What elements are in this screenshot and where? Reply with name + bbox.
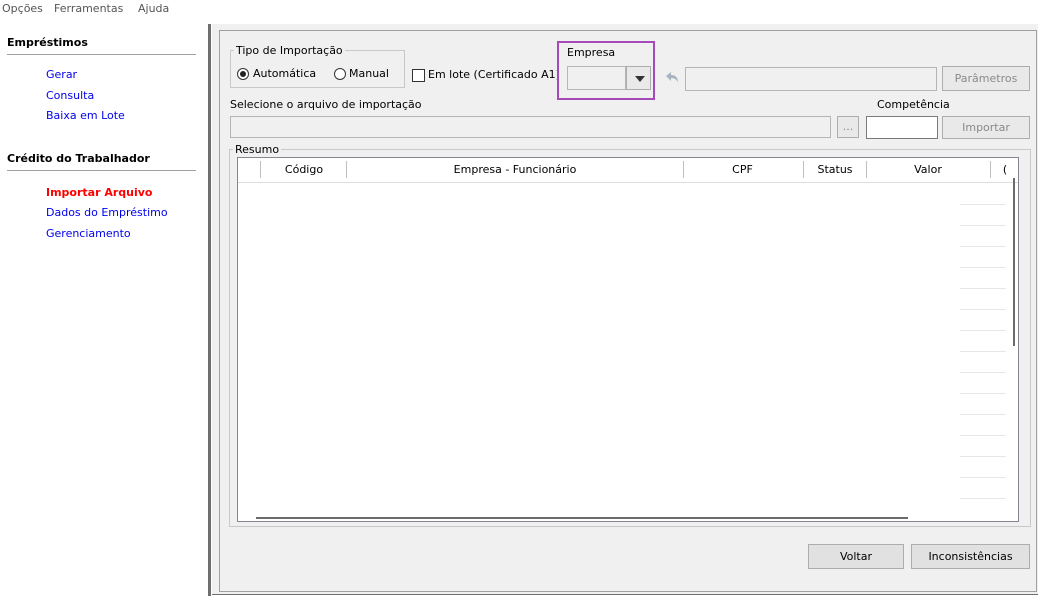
column-header-empresa-funcionario[interactable]: Empresa - Funcionário bbox=[348, 163, 682, 176]
grid-row-line bbox=[960, 309, 1006, 310]
vertical-scrollbar[interactable] bbox=[1013, 178, 1015, 346]
column-header-status[interactable]: Status bbox=[805, 163, 865, 176]
column-separator bbox=[990, 161, 991, 178]
column-separator bbox=[803, 161, 804, 178]
grid-row-line bbox=[960, 414, 1006, 415]
competencia-input[interactable] bbox=[866, 116, 938, 139]
file-select-label: Selecione o arquivo de importação bbox=[230, 98, 422, 111]
column-separator bbox=[866, 161, 867, 178]
column-header-truncated[interactable]: ( bbox=[1000, 163, 1010, 176]
grid-row-line bbox=[960, 204, 1006, 205]
grid-row-line bbox=[960, 456, 1006, 457]
undo-icon[interactable] bbox=[662, 69, 680, 85]
column-separator bbox=[346, 161, 347, 178]
column-header-cpf[interactable]: CPF bbox=[685, 163, 800, 176]
menu-ajuda[interactable]: Ajuda bbox=[138, 2, 169, 15]
section-divider bbox=[7, 54, 196, 55]
grid-row-line bbox=[960, 372, 1006, 373]
grid-row-line bbox=[960, 498, 1006, 499]
radio-manual[interactable] bbox=[334, 68, 346, 80]
sidebar-item-consulta[interactable]: Consulta bbox=[46, 89, 94, 102]
grid-row-line bbox=[960, 267, 1006, 268]
grid-row-line bbox=[960, 246, 1006, 247]
grid-row-line bbox=[960, 330, 1006, 331]
menu-ferramentas[interactable]: Ferramentas bbox=[54, 2, 123, 15]
panel-divider[interactable] bbox=[208, 24, 211, 596]
competencia-label: Competência bbox=[877, 98, 950, 111]
radio-automatica[interactable] bbox=[237, 68, 249, 80]
table-header: Código Empresa - Funcionário CPF Status … bbox=[238, 158, 1018, 183]
column-header-codigo[interactable]: Código bbox=[262, 163, 346, 176]
section-title-emprestimos: Empréstimos bbox=[7, 36, 88, 49]
voltar-button[interactable]: Voltar bbox=[808, 544, 904, 569]
resumo-table[interactable]: Código Empresa - Funcionário CPF Status … bbox=[237, 157, 1019, 522]
column-separator bbox=[260, 161, 261, 178]
sidebar-item-gerenciamento[interactable]: Gerenciamento bbox=[46, 227, 131, 240]
grid-row-line bbox=[960, 393, 1006, 394]
import-type-label: Tipo de Importação bbox=[234, 44, 345, 57]
grid-row-line bbox=[960, 225, 1006, 226]
column-header-valor[interactable]: Valor bbox=[868, 163, 988, 176]
grid-row-line bbox=[960, 351, 1006, 352]
section-title-credito-trabalhador: Crédito do Trabalhador bbox=[7, 152, 150, 165]
grid-row-line bbox=[960, 477, 1006, 478]
sidebar: Empréstimos Gerar Consulta Baixa em Lote… bbox=[0, 24, 208, 596]
menu-opcoes[interactable]: Opções bbox=[2, 2, 43, 15]
section-divider bbox=[7, 170, 196, 171]
radio-manual-label[interactable]: Manual bbox=[349, 67, 389, 80]
horizontal-scrollbar[interactable] bbox=[256, 517, 908, 519]
grid-row-line bbox=[960, 288, 1006, 289]
batch-checkbox[interactable] bbox=[412, 69, 425, 82]
empresa-highlight-box bbox=[557, 41, 655, 100]
sidebar-item-baixa-em-lote[interactable]: Baixa em Lote bbox=[46, 109, 125, 122]
file-path-input[interactable] bbox=[230, 116, 831, 138]
column-separator bbox=[683, 161, 684, 178]
sidebar-item-dados-emprestimo[interactable]: Dados do Empréstimo bbox=[46, 206, 168, 219]
grid-row-line bbox=[960, 435, 1006, 436]
empresa-name-input[interactable] bbox=[685, 67, 937, 91]
radio-automatica-label[interactable]: Automática bbox=[253, 67, 316, 80]
sidebar-item-importar-arquivo[interactable]: Importar Arquivo bbox=[46, 186, 153, 199]
inconsistencias-button[interactable]: Inconsistências bbox=[911, 544, 1030, 569]
sidebar-item-gerar[interactable]: Gerar bbox=[46, 68, 77, 81]
menu-bar: Opções Ferramentas Ajuda bbox=[0, 0, 1040, 18]
resumo-label: Resumo bbox=[233, 143, 282, 156]
importar-button[interactable]: Importar bbox=[942, 116, 1030, 139]
batch-checkbox-label[interactable]: Em lote (Certificado A1) bbox=[428, 68, 560, 81]
browse-button[interactable]: ... bbox=[837, 116, 859, 138]
parametros-button[interactable]: Parâmetros bbox=[942, 66, 1030, 91]
